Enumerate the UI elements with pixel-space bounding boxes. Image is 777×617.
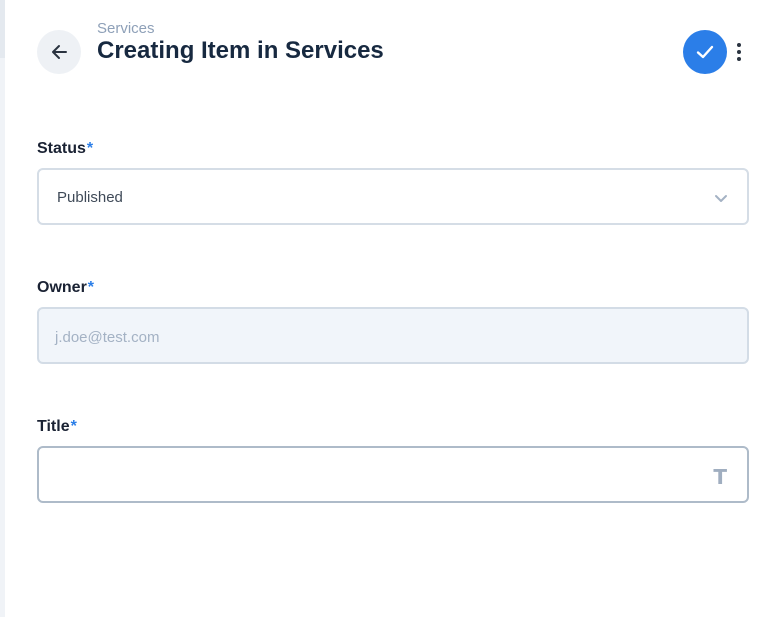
required-marker: * [87, 279, 95, 296]
owner-field[interactable]: j.doe@test.com [37, 307, 749, 364]
text-type-icon: T [713, 465, 727, 489]
title-label-text: Title [37, 418, 70, 435]
status-label: Status* [37, 140, 93, 158]
page-title: Creating Item in Services [97, 37, 384, 64]
title-label: Title* [37, 418, 77, 436]
status-select[interactable]: Published [37, 168, 749, 225]
save-button[interactable] [683, 30, 727, 74]
title-input[interactable] [39, 448, 747, 501]
arrow-left-icon [52, 45, 67, 59]
back-button[interactable] [37, 30, 81, 74]
required-marker: * [86, 140, 94, 157]
more-options-button[interactable] [730, 38, 748, 66]
page-header: Services Creating Item in Services [0, 0, 777, 100]
chevron-down-icon [715, 195, 727, 202]
more-vertical-icon-dot [737, 50, 741, 54]
more-vertical-icon-dot [737, 43, 741, 47]
more-vertical-icon-dot [737, 57, 741, 61]
status-label-text: Status [37, 140, 86, 157]
check-icon [696, 45, 714, 59]
title-field[interactable]: T [37, 446, 749, 503]
owner-label: Owner* [37, 279, 94, 297]
breadcrumb[interactable]: Services [97, 20, 155, 37]
owner-field-placeholder: j.doe@test.com [55, 329, 160, 346]
required-marker: * [70, 418, 77, 435]
owner-label-text: Owner [37, 279, 87, 296]
status-select-value: Published [57, 189, 123, 206]
